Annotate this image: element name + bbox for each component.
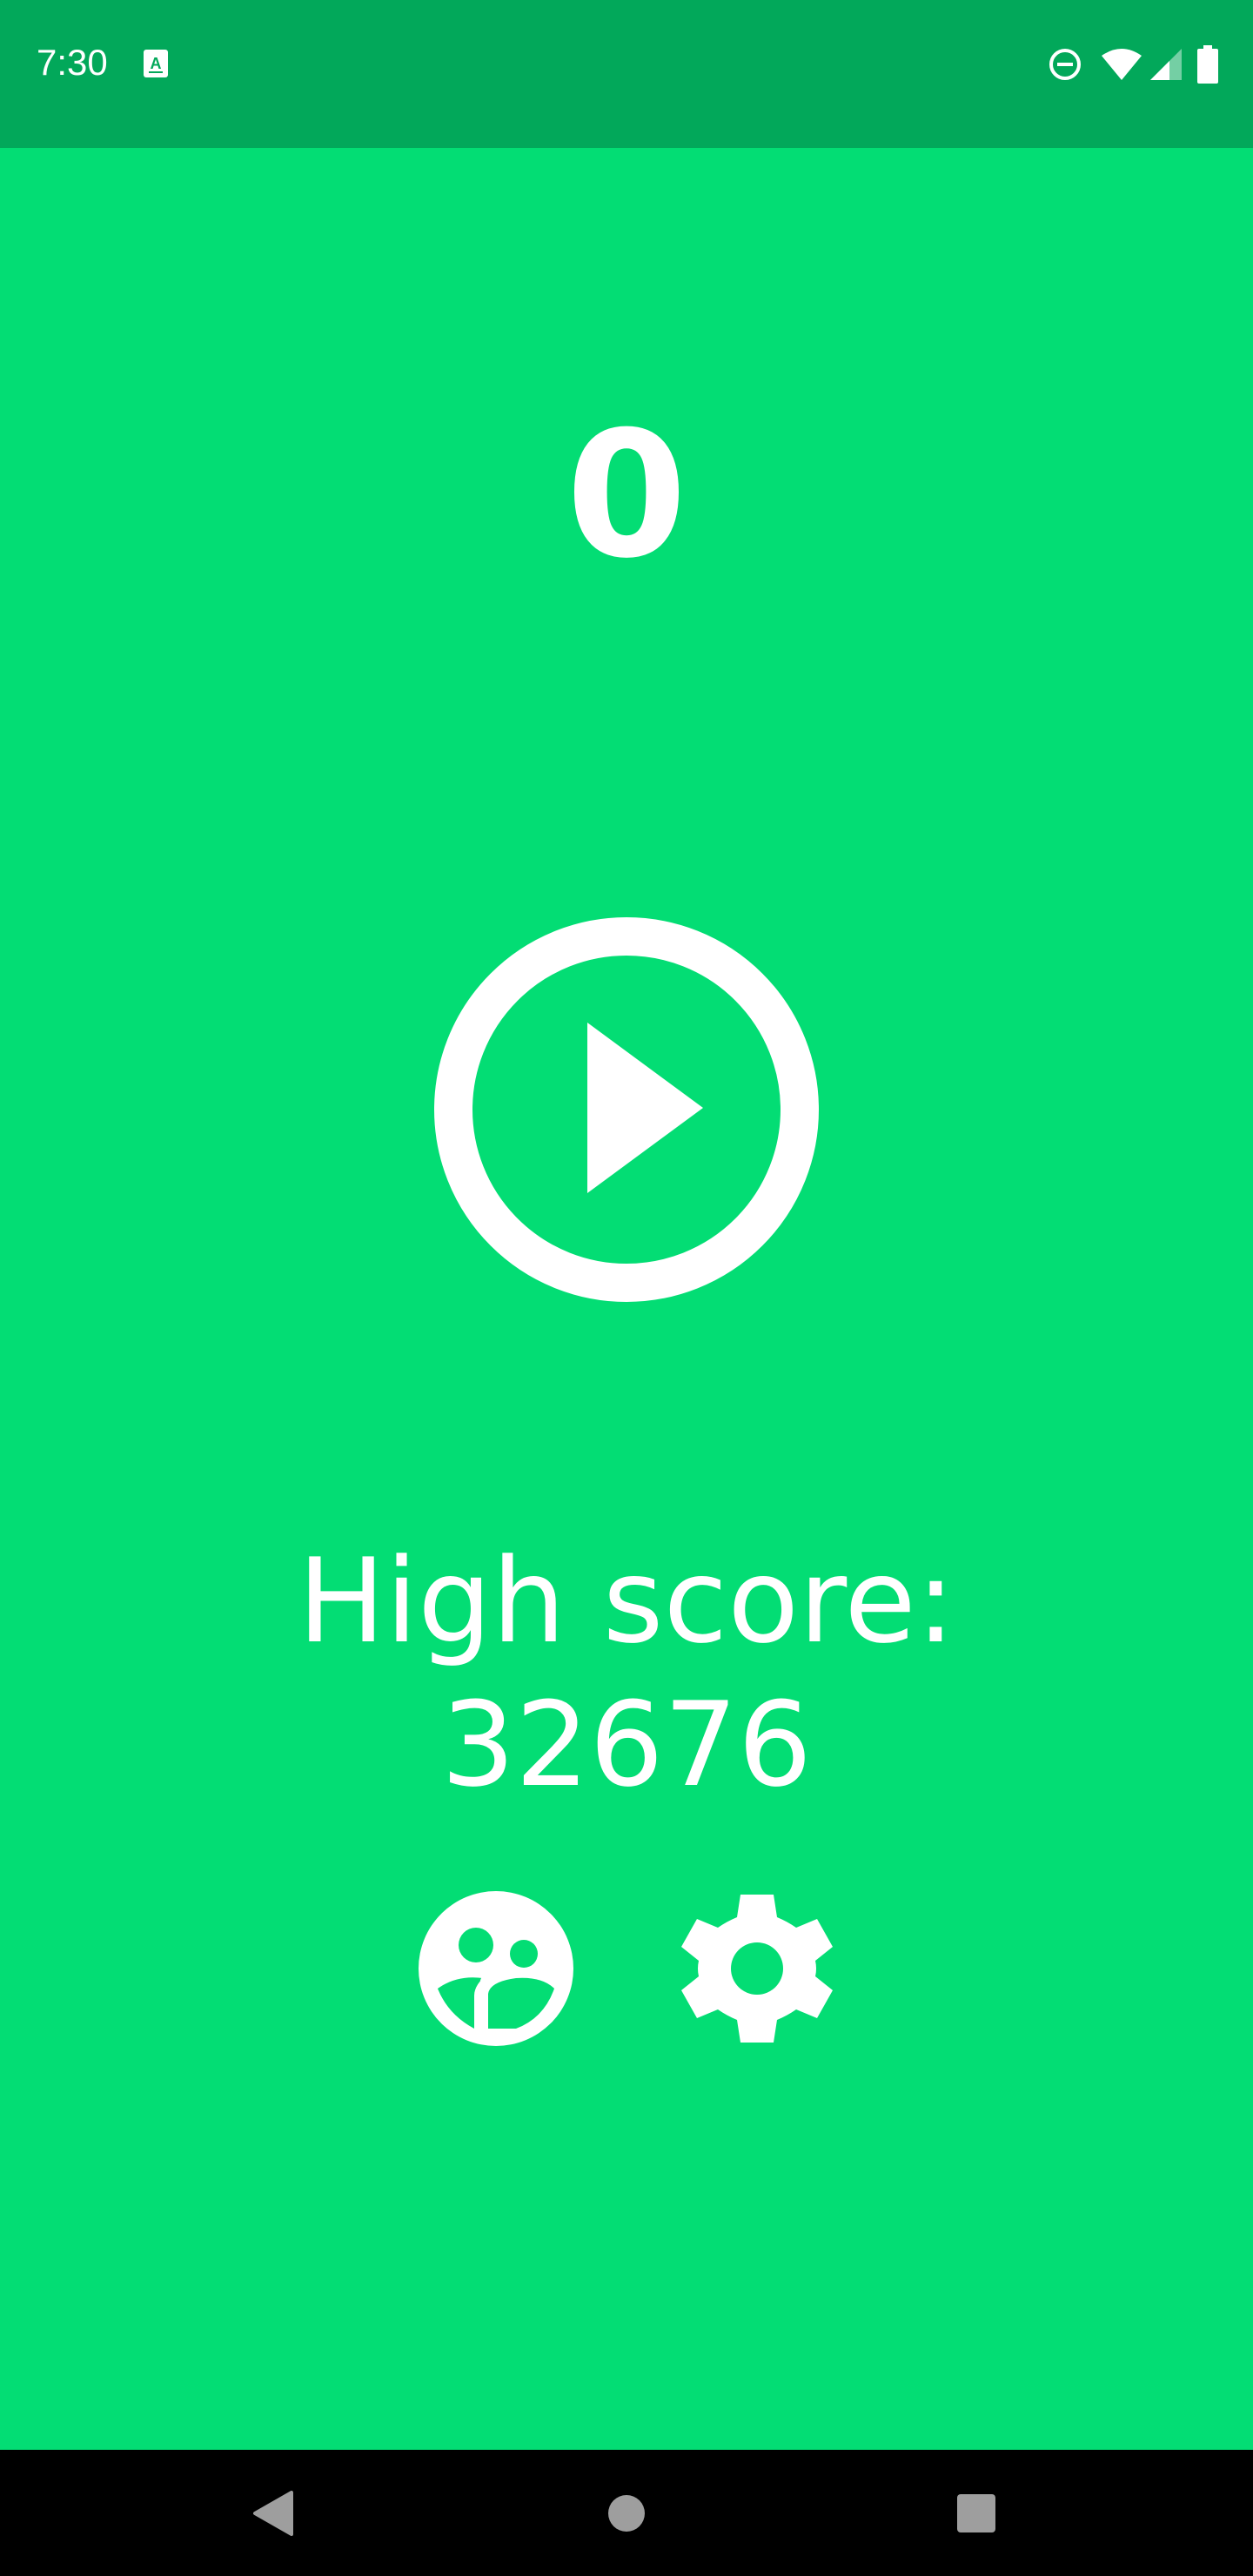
nav-home-button[interactable] bbox=[539, 2450, 714, 2576]
do-not-disturb-icon bbox=[1048, 47, 1082, 82]
game-screen: 0 High score: 32676 bbox=[0, 148, 1253, 2450]
navigation-bar bbox=[0, 2450, 1253, 2576]
home-icon bbox=[608, 2494, 645, 2532]
leaderboard-icon bbox=[419, 1891, 573, 2046]
wifi-icon bbox=[1100, 47, 1143, 82]
svg-text:A: A bbox=[151, 55, 162, 72]
leaderboard-button[interactable] bbox=[419, 1891, 573, 2046]
gear-icon bbox=[681, 1895, 833, 2043]
status-bar: 7:30 A bbox=[0, 0, 1253, 148]
recents-icon bbox=[957, 2493, 995, 2532]
nav-recents-button[interactable] bbox=[889, 2450, 1063, 2576]
settings-button[interactable] bbox=[680, 1891, 834, 2046]
keyboard-a-icon: A bbox=[144, 50, 168, 77]
status-icons bbox=[1048, 45, 1218, 84]
status-time: 7:30 bbox=[37, 42, 108, 83]
cell-signal-icon bbox=[1149, 47, 1183, 82]
high-score-label: High score: bbox=[298, 1533, 955, 1669]
play-circle-icon bbox=[434, 917, 819, 1302]
play-button[interactable] bbox=[433, 916, 820, 1303]
current-score: 0 bbox=[566, 394, 687, 597]
back-icon bbox=[253, 2490, 293, 2536]
nav-back-button[interactable] bbox=[185, 2450, 359, 2576]
battery-icon bbox=[1197, 45, 1218, 84]
high-score-value: 32676 bbox=[440, 1677, 813, 1813]
